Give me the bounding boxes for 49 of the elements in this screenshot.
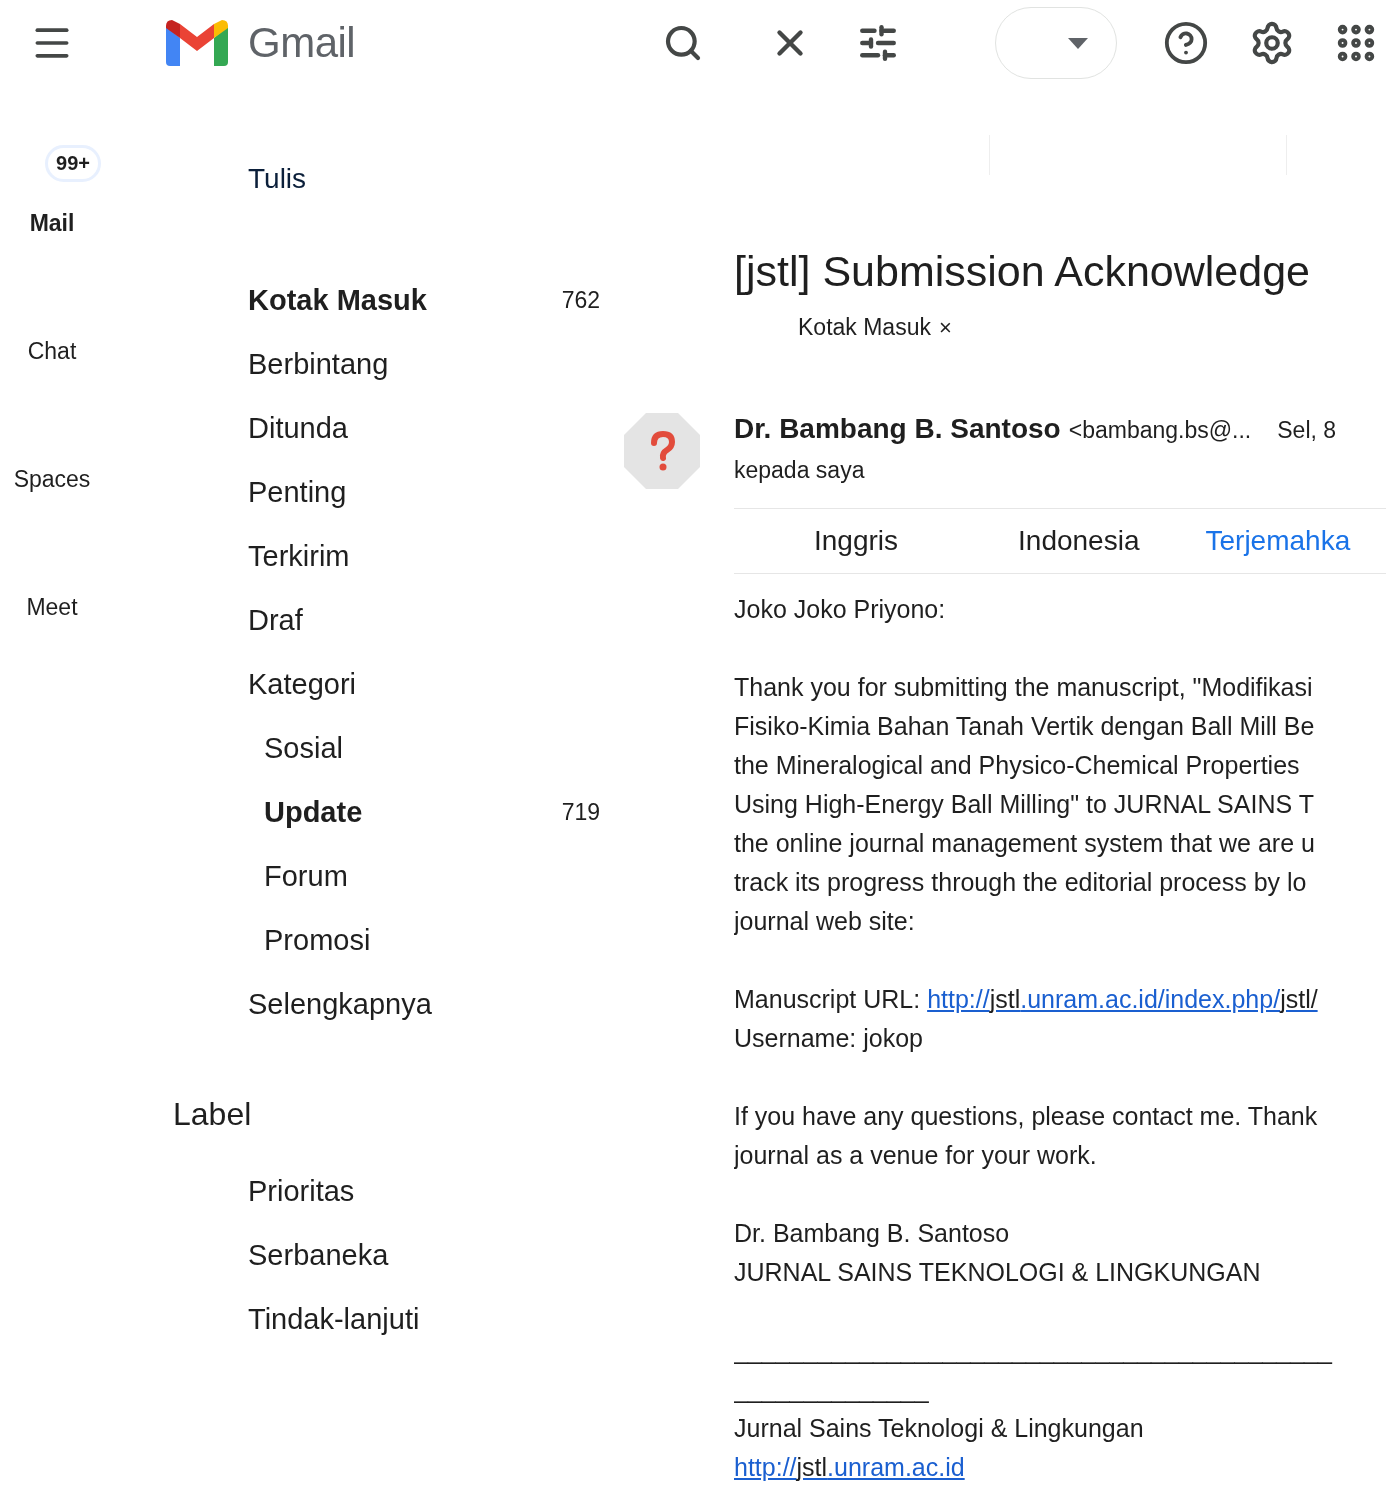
rail-item[interactable]: Meet <box>26 594 78 621</box>
body-paragraph: Dr. Bambang B. Santoso JURNAL SAINS TEKNOLOGI & LINGKUNGAN <box>734 1218 1262 1288</box>
nav-item[interactable]: Berbintang <box>104 332 624 396</box>
language-option[interactable]: Inggris <box>814 525 899 557</box>
username-text: Username: jokop <box>734 1023 924 1054</box>
unread-count: 719 <box>561 798 600 826</box>
nav-subitem[interactable]: Promosi <box>104 908 624 972</box>
labels-heading: Label <box>173 1096 253 1133</box>
label-item[interactable]: Serbaneka <box>104 1223 624 1287</box>
email-date: Sel, 8 <box>1277 417 1337 444</box>
brand-name: Gmail <box>248 19 356 67</box>
nav-item[interactable]: Kategori <box>104 652 624 716</box>
sender-name: Dr. Bambang B. Santoso <box>734 413 1061 445</box>
compose-button[interactable]: Tulis <box>248 144 307 214</box>
manuscript-link[interactable]: http://jstl.unram.ac.id/index.php/jstl/ <box>927 985 1318 1013</box>
unread-badge: 99+ <box>45 145 101 182</box>
nav-item[interactable]: Draf <box>104 588 624 652</box>
rail-item[interactable]: Mail <box>29 210 75 237</box>
email-subject: [jstl] Submission Acknowledge <box>734 247 1311 296</box>
url-label: Manuscript URL: <box>734 985 921 1013</box>
recipient-text[interactable]: kepada saya <box>734 457 1386 484</box>
nav-subitem[interactable]: Update 719 <box>104 780 624 844</box>
rail-item[interactable]: Spaces <box>13 466 91 493</box>
rail-item[interactable]: Chat <box>27 338 77 365</box>
sender-email: <bambang.bs@... <box>1068 417 1252 444</box>
nav-item[interactable]: Penting <box>104 460 624 524</box>
nav-item[interactable]: Terkirim <box>104 524 624 588</box>
body-paragraph: Joko Joko Priyono: <box>734 594 947 625</box>
help-button[interactable] <box>1163 20 1210 66</box>
unread-count: 762 <box>561 286 600 314</box>
body-paragraph: Thank you for submitting the manuscript, "Modifikasi Fisiko-Kimia Bahan Tanah Vertik dengan Ball Mill Be the Mineralogical and Physico-Chemical Properties Using High-Energy Ball Milling" to JURNAL SAINS T the online journal management system that we are u track its progress through the editorial process by lo journal web site: <box>734 672 1316 937</box>
nav-subitem[interactable]: Sosial <box>104 716 624 780</box>
journal-link[interactable]: http://jstl.unram.ac.id <box>734 1453 965 1481</box>
inbox-label: Kotak Masuk <box>798 314 931 341</box>
m-logo-icon <box>166 20 228 66</box>
nav-item[interactable]: Kotak Masuk 762 <box>104 268 624 332</box>
label-item[interactable]: Tindak-lanjuti <box>104 1287 624 1351</box>
help-icon <box>1163 20 1210 66</box>
nav-item[interactable]: Selengkapnya <box>104 972 624 1036</box>
language-option[interactable]: Indonesia <box>1018 525 1140 557</box>
body-paragraph: ___________________________________________ ______________ <box>734 1335 1334 1405</box>
remove-label-button[interactable]: × <box>938 314 952 341</box>
label-item[interactable]: Prioritas <box>104 1159 624 1223</box>
translate-link[interactable]: Terjemahka <box>1205 525 1351 557</box>
nav-item[interactable]: Ditunda <box>104 396 624 460</box>
nav-subitem[interactable]: Forum <box>104 844 624 908</box>
caret-icon <box>1068 37 1089 49</box>
journal-name: Jurnal Sains Teknologi & Lingkungan <box>734 1413 1145 1444</box>
body-paragraph: If you have any questions, please contact me. Thank journal as a venue for your work. <box>734 1101 1319 1171</box>
